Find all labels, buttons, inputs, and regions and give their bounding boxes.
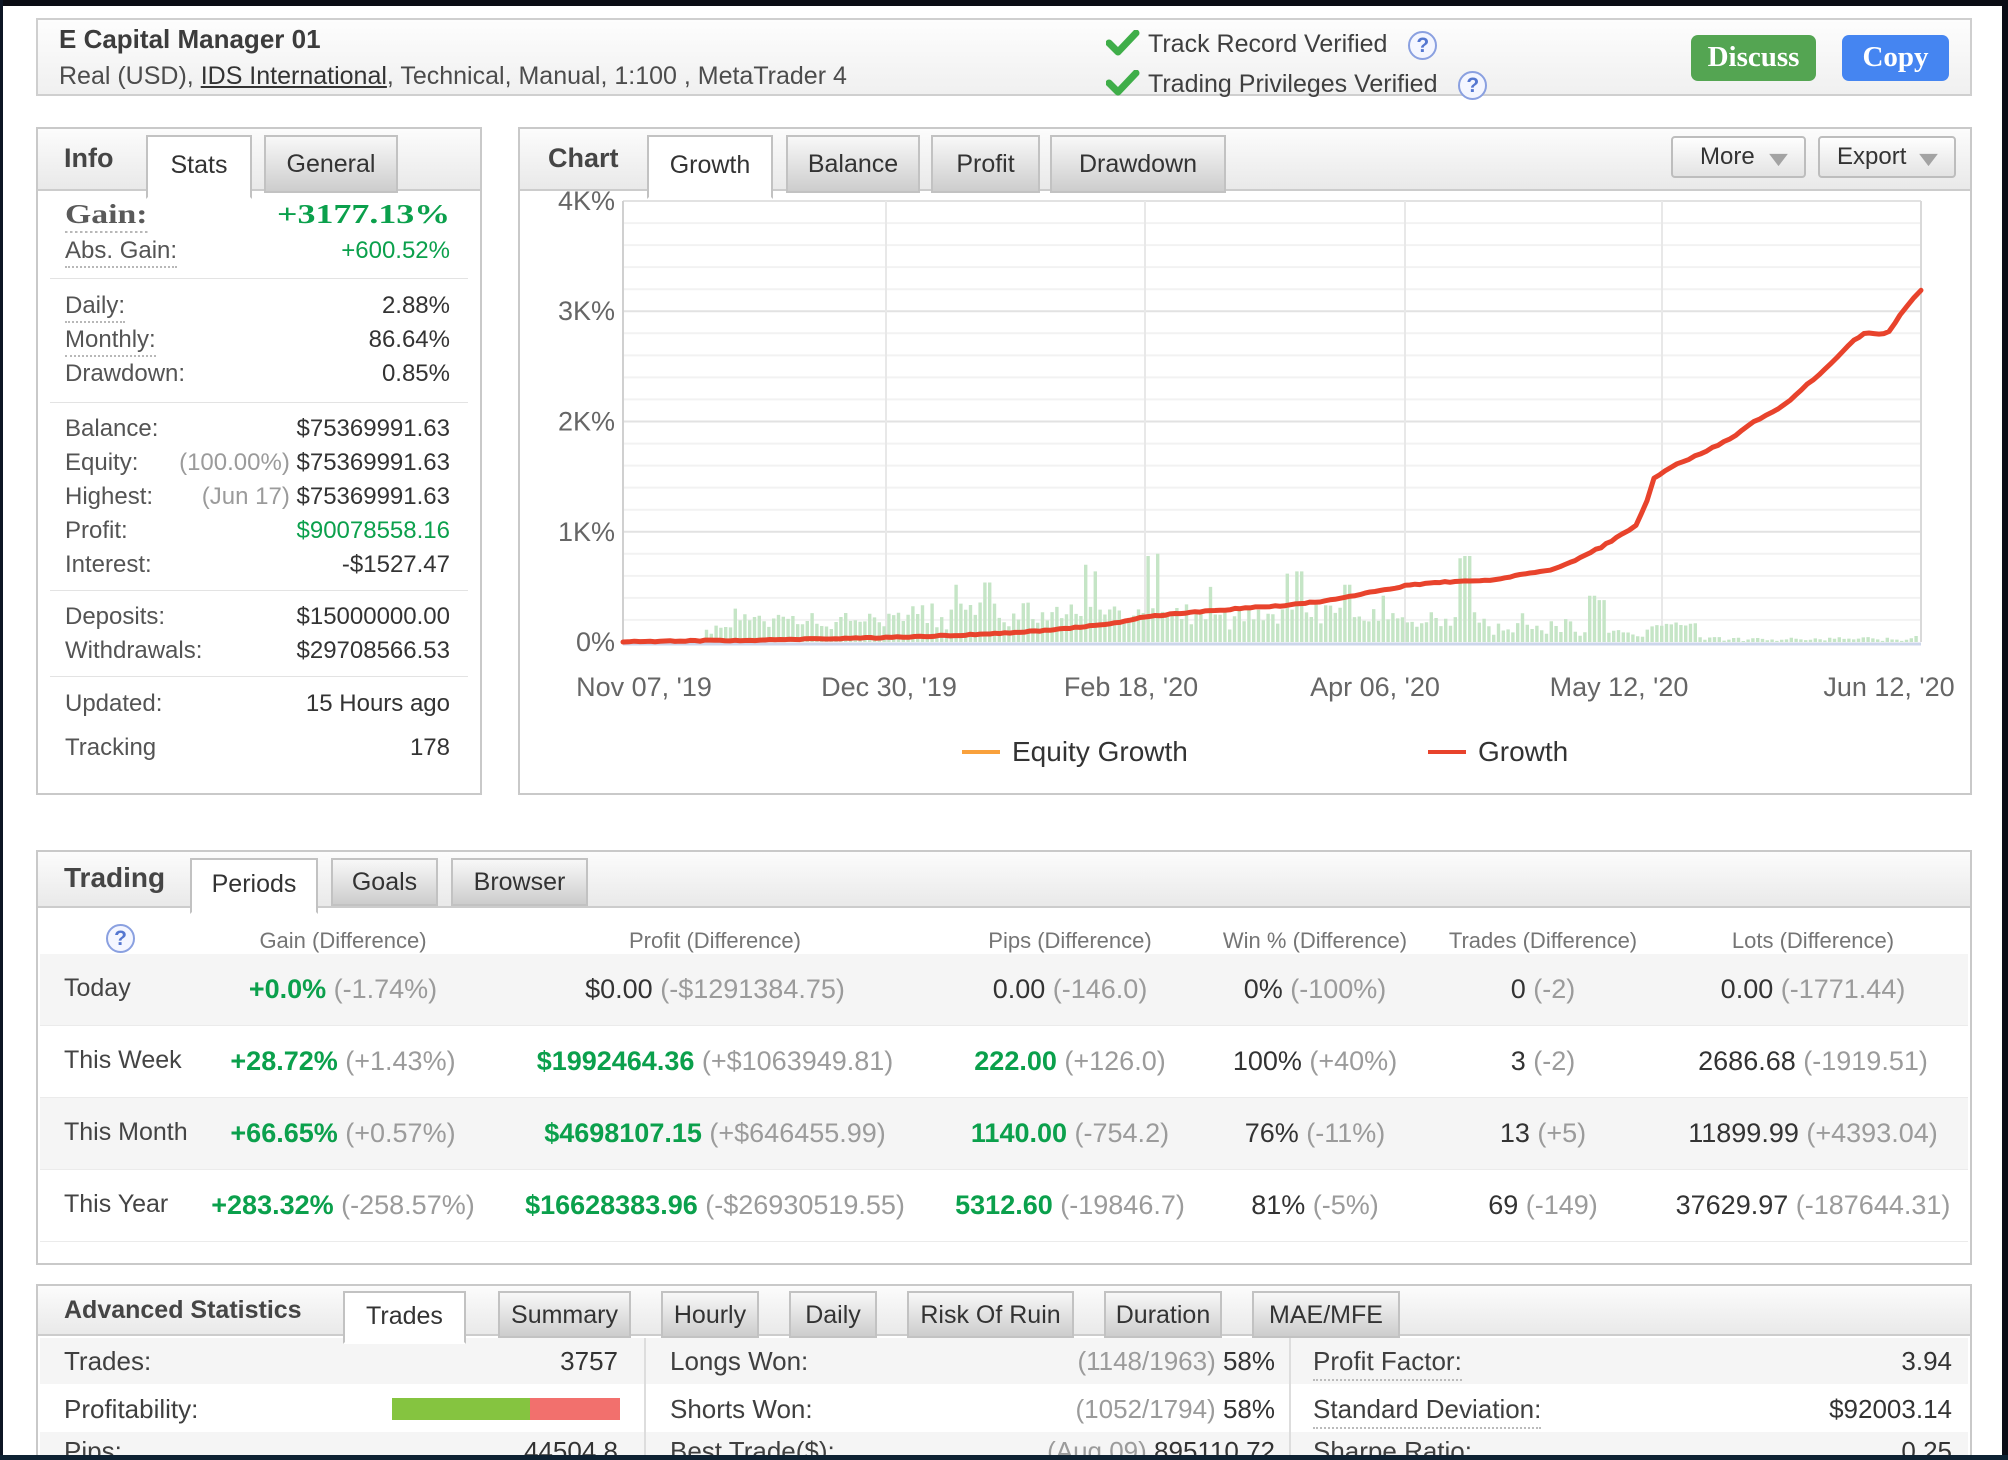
svg-text:Growth: Growth bbox=[1478, 736, 1568, 767]
svg-text:May 12, '20: May 12, '20 bbox=[1550, 672, 1689, 702]
svg-text:Jun 12, '20: Jun 12, '20 bbox=[1823, 672, 1954, 702]
svg-text:2K%: 2K% bbox=[558, 407, 615, 437]
svg-text:3K%: 3K% bbox=[558, 296, 615, 326]
svg-text:Feb 18, '20: Feb 18, '20 bbox=[1064, 672, 1198, 702]
svg-text:Nov 07, '19: Nov 07, '19 bbox=[576, 672, 712, 702]
svg-text:0%: 0% bbox=[576, 627, 615, 657]
svg-text:4K%: 4K% bbox=[558, 191, 615, 216]
svg-text:Equity Growth: Equity Growth bbox=[1012, 736, 1188, 767]
svg-text:Dec 30, '19: Dec 30, '19 bbox=[821, 672, 957, 702]
svg-text:1K%: 1K% bbox=[558, 517, 615, 547]
svg-text:Apr 06, '20: Apr 06, '20 bbox=[1310, 672, 1440, 702]
